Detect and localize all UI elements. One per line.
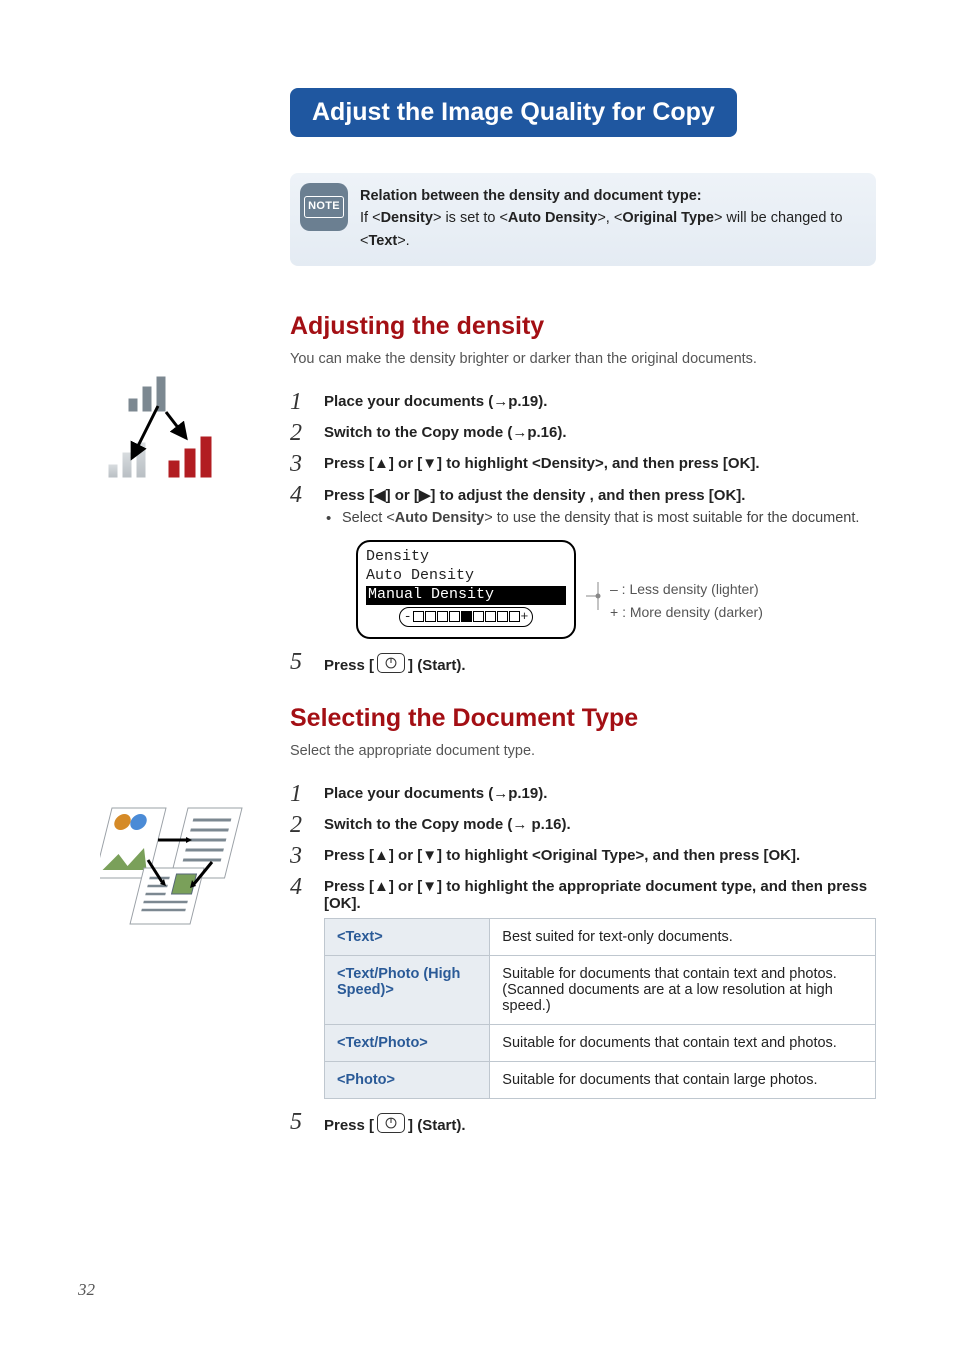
doctype-step-5: Press [] (Start).	[324, 1117, 466, 1134]
lcd-line-3-highlighted: Manual Density	[366, 586, 566, 605]
note-body: If <Density> is set to <Auto Density>, <…	[360, 207, 860, 252]
table-row-3-val: Suitable for documents that contain text…	[490, 1024, 876, 1061]
table-row-4-key: <Photo>	[325, 1061, 490, 1098]
density-step-4-bullet: Select <Auto Density> to use the density…	[342, 510, 876, 526]
density-illustration	[100, 372, 240, 502]
table-row-1-key: <Text>	[325, 918, 490, 955]
lcd-line-1: Density	[366, 548, 566, 567]
lcd-density-bar: -+	[399, 607, 534, 627]
table-row-2-val: Suitable for documents that contain text…	[490, 955, 876, 1024]
doctype-table: <Text>Best suited for text-only document…	[324, 918, 876, 1099]
doctype-step-2: Switch to the Copy mode (→ p.16).	[324, 816, 571, 833]
density-step-4: Press [◀] or [▶] to adjust the density ,…	[324, 487, 745, 504]
density-step-1: Place your documents (→p.19).	[324, 393, 547, 410]
density-step-5: Press [] (Start).	[324, 657, 466, 674]
note-heading: Relation between the density and documen…	[360, 185, 860, 207]
doctype-step-3: Press [▲] or [▼] to highlight <Original …	[324, 847, 800, 864]
note-icon: NOTE	[300, 183, 348, 231]
table-row-4-val: Suitable for documents that contain larg…	[490, 1061, 876, 1098]
start-button-icon	[377, 653, 405, 673]
section-heading-density: Adjusting the density	[290, 312, 876, 341]
density-lead: You can make the density brighter or dar…	[290, 351, 876, 367]
section-heading-doctype: Selecting the Document Type	[290, 704, 876, 733]
page-number: 32	[78, 1280, 95, 1300]
doctype-steps: Place your documents (→p.19). Switch to …	[290, 785, 876, 1134]
legend-plus: + : More density (darker)	[610, 601, 763, 623]
lcd-panel: Density Auto Density Manual Density -+	[356, 540, 576, 639]
table-row-2-key: <Text/Photo (High Speed)>	[325, 955, 490, 1024]
start-button-icon	[377, 1113, 405, 1133]
lcd-line-2: Auto Density	[366, 567, 566, 586]
table-row-3-key: <Text/Photo>	[325, 1024, 490, 1061]
density-step-2: Switch to the Copy mode (→p.16).	[324, 424, 567, 441]
density-steps: Place your documents (→p.19). Switch to …	[290, 393, 876, 674]
lcd-legend: – : Less density (lighter) + : More dens…	[590, 556, 763, 623]
legend-minus: – : Less density (lighter)	[610, 578, 763, 600]
density-step-3: Press [▲] or [▼] to highlight <Density>,…	[324, 455, 760, 472]
doctype-step-4: Press [▲] or [▼] to highlight the approp…	[324, 878, 867, 912]
table-row-1-val: Best suited for text-only documents.	[490, 918, 876, 955]
doctype-step-1: Place your documents (→p.19).	[324, 785, 547, 802]
page-title: Adjust the Image Quality for Copy	[290, 88, 737, 137]
doctype-illustration	[100, 790, 260, 930]
note-box: NOTE Relation between the density and do…	[290, 173, 876, 266]
doctype-lead: Select the appropriate document type.	[290, 743, 876, 759]
